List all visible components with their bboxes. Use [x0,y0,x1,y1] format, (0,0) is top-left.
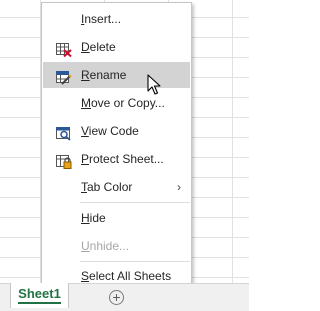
mouse-pointer-icon [147,74,161,95]
rename-sheet-icon [56,68,72,85]
sheet-tab-label: Sheet1 [18,287,61,304]
menu-item-label: Protect Sheet... [81,152,164,166]
menu-item-label: View Code [81,124,139,138]
view-code-icon [56,124,72,141]
sheet-context-menu: Insert... Delete Rename Move or Copy... … [41,2,192,289]
menu-item-unhide: Unhide... [43,233,190,259]
menu-item-move-or-copy[interactable]: Move or Copy... [43,90,190,116]
sheet-tab-sheet1[interactable]: Sheet1 [10,283,69,308]
menu-item-rename[interactable]: Rename [43,62,190,88]
sheet-tab-bar: Sheet1 + [0,283,249,311]
menu-item-label: Unhide... [81,239,130,253]
menu-separator [80,202,190,203]
add-sheet-icon[interactable]: + [109,290,124,305]
menu-item-protect-sheet[interactable]: Protect Sheet... [43,146,190,172]
protect-sheet-icon [56,152,72,169]
menu-item-hide[interactable]: Hide [43,205,190,231]
menu-separator [80,261,190,262]
menu-item-view-code[interactable]: View Code [43,118,190,144]
menu-item-label: Rename [81,68,127,82]
delete-sheet-icon [56,40,72,58]
menu-item-label: Hide [81,211,106,225]
menu-item-delete[interactable]: Delete [43,34,190,60]
submenu-arrow-icon: › [177,180,181,194]
menu-item-tab-color[interactable]: Tab Color › [43,174,190,200]
menu-item-label: Insert... [81,12,122,26]
menu-item-label: Tab Color [81,180,133,194]
menu-item-label: Delete [81,40,116,54]
menu-item-insert[interactable]: Insert... [43,6,190,32]
